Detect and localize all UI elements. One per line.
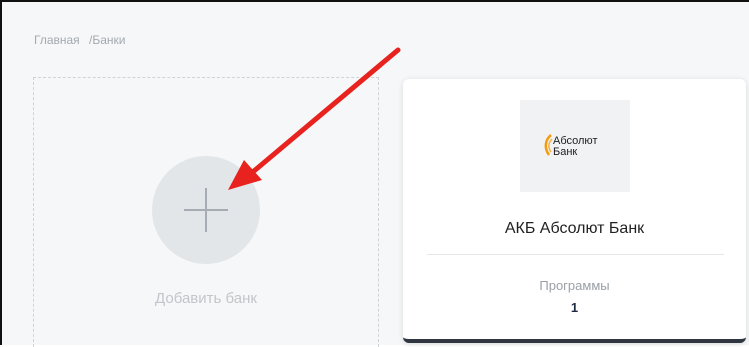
programs-label: Программы xyxy=(539,278,610,293)
card-divider xyxy=(427,254,724,255)
logo-text-line2: Банк xyxy=(553,146,578,158)
bank-name: АКБ Абсолют Банк xyxy=(504,220,645,237)
add-bank-label: Добавить банк xyxy=(155,290,257,307)
plus-icon[interactable] xyxy=(152,156,260,264)
logo-leaf-icon xyxy=(544,134,553,156)
programs-count: 1 xyxy=(570,300,579,315)
page-canvas: Главная /Банки Добавить банк Абсолют Бан… xyxy=(2,2,749,347)
logo-text: Абсолют Банк xyxy=(553,136,623,158)
breadcrumb: Главная /Банки xyxy=(34,33,126,47)
bank-card[interactable]: Абсолют Банк АКБ Абсолют Банк Программы … xyxy=(403,79,746,343)
breadcrumb-current: Банки xyxy=(92,33,126,47)
bank-logo: Абсолют Банк xyxy=(520,100,630,192)
breadcrumb-home-link[interactable]: Главная xyxy=(34,33,80,47)
add-bank-card[interactable]: Добавить банк xyxy=(33,77,379,347)
